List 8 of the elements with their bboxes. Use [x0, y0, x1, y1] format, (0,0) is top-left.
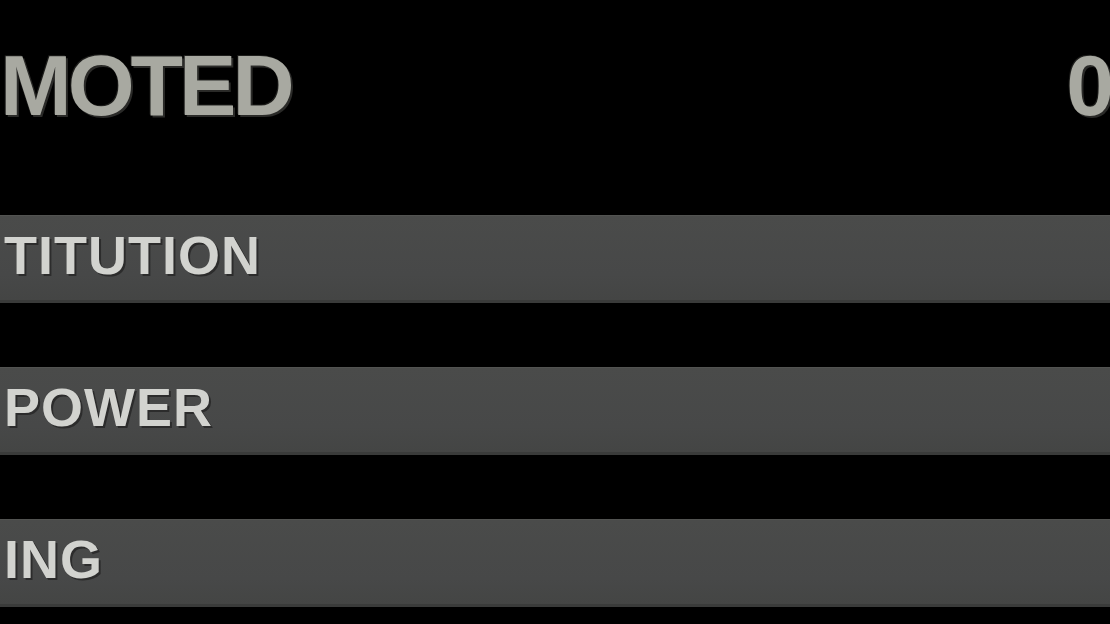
count-text: 0 [1066, 42, 1110, 128]
stat-row[interactable]: TITUTION [0, 215, 1110, 303]
stat-row[interactable]: POWER [0, 367, 1110, 455]
stat-row[interactable]: ING [0, 519, 1110, 607]
stat-label: POWER [4, 380, 213, 434]
heading-text: MOTED [0, 42, 291, 128]
stat-label: TITUTION [4, 228, 261, 282]
stat-label: ING [4, 532, 103, 586]
